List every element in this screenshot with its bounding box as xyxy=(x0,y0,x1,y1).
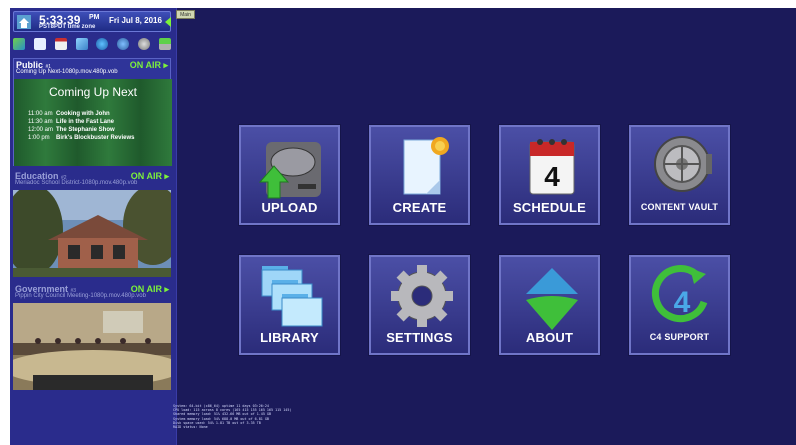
tile-label: SCHEDULE xyxy=(512,200,587,215)
main-screen: 5:33:39 PM PST8PDT time zone Fri Jul 8, … xyxy=(10,8,796,445)
upload-tile[interactable]: UPLOAD xyxy=(239,125,340,225)
upload-icon xyxy=(258,142,321,199)
channel-program: Coming Up Next-1080p.mov.480p.vob xyxy=(16,69,118,75)
school-building-image[interactable] xyxy=(13,190,171,277)
toolbar xyxy=(13,38,171,52)
schedule-tile[interactable]: 4 SCHEDULE xyxy=(499,125,600,225)
channel-public[interactable]: Public #1 ON AIR ▸ Coming Up Next-1080p.… xyxy=(13,58,172,166)
status-line: RAID status: None xyxy=(173,425,208,430)
schedule-row: 11:30 am Life in the Fast Lane xyxy=(28,119,115,125)
calendar-icon[interactable] xyxy=(54,38,67,50)
tile-label: SETTINGS xyxy=(386,330,453,345)
on-air-status: ON AIR xyxy=(129,60,161,70)
library-tile[interactable]: LIBRARY xyxy=(239,255,340,355)
tile-label: C4 SUPPORT xyxy=(649,332,710,342)
channel-preview[interactable]: Coming Up Next 11:00 am Cooking with John… xyxy=(14,79,172,166)
system-status: System: 64-bit (x86_64) uptime 11 days 0… xyxy=(173,404,291,429)
home-icon[interactable] xyxy=(17,15,31,29)
channel-government[interactable]: Government #3 ON AIR ▸ Pippin City Counc… xyxy=(13,283,171,391)
folders-icon xyxy=(261,266,323,327)
council-meeting-image[interactable] xyxy=(13,303,171,390)
content-vault-tile[interactable]: CONTENT VAULT xyxy=(629,125,730,225)
tile-label: UPLOAD xyxy=(261,200,318,215)
coming-up-title: Coming Up Next xyxy=(48,85,138,99)
tile-label: ABOUT xyxy=(525,330,574,345)
channel-education[interactable]: Education #2 ON AIR ▸ Meriadoc School Di… xyxy=(13,170,171,278)
sidebar: 5:33:39 PM PST8PDT time zone Fri Jul 8, … xyxy=(10,8,177,445)
play-arrow-icon: ▸ xyxy=(164,284,169,294)
c4-support-tile[interactable]: 4 C4 SUPPORT xyxy=(629,255,730,355)
schedule-row: 1:00 pm Birk's Blockbuster Reviews xyxy=(28,135,135,141)
channel-header: Public #1 ON AIR ▸ Coming Up Next-1080p.… xyxy=(14,59,170,79)
document-icon[interactable] xyxy=(33,38,46,50)
tile-label: CREATE xyxy=(392,200,447,215)
clock-timezone: PST8PDT time zone xyxy=(39,24,96,30)
about-tile[interactable]: ABOUT xyxy=(499,255,600,355)
clock-date: Fri Jul 8, 2016 xyxy=(109,16,162,25)
help-icon[interactable] xyxy=(117,38,130,50)
clock-ampm: PM xyxy=(89,14,100,21)
upload-icon[interactable] xyxy=(158,38,171,50)
chart-icon[interactable] xyxy=(13,38,25,50)
support-icon: 4 xyxy=(651,265,708,323)
about-icon xyxy=(526,268,578,330)
channel-program: Meriadoc School District-1080p.mov.480p.… xyxy=(15,180,138,186)
play-arrow-icon: ▸ xyxy=(163,60,168,70)
support-digit: 4 xyxy=(674,286,691,319)
channel-header: Education #2 ON AIR ▸ Meriadoc School Di… xyxy=(13,170,171,190)
vault-icon xyxy=(654,136,712,192)
play-arrow-icon: ▸ xyxy=(164,171,169,181)
channel-header: Government #3 ON AIR ▸ Pippin City Counc… xyxy=(13,283,171,303)
clock-panel: 5:33:39 PM PST8PDT time zone Fri Jul 8, … xyxy=(13,11,171,32)
tile-label: CONTENT VAULT xyxy=(640,202,719,212)
schedule-row: 12:00 am The Stephanie Show xyxy=(28,127,115,133)
calendar-day: 4 xyxy=(544,161,560,192)
tile-label: LIBRARY xyxy=(260,330,319,345)
globe-icon[interactable] xyxy=(96,38,109,50)
collapse-sidebar-arrow-icon[interactable] xyxy=(165,17,171,27)
channel-program: Pippin City Council Meeting-1080p.mov.48… xyxy=(15,293,146,299)
create-icon xyxy=(403,137,449,195)
gear-icon xyxy=(391,265,453,327)
settings-icon[interactable] xyxy=(138,38,151,50)
main-tag: Main xyxy=(176,10,195,19)
settings-tile[interactable]: SETTINGS xyxy=(369,255,470,355)
library-icon[interactable] xyxy=(75,38,88,50)
create-tile[interactable]: CREATE xyxy=(369,125,470,225)
calendar-icon: 4 xyxy=(529,139,575,195)
schedule-row: 11:00 am Cooking with John xyxy=(28,111,110,117)
